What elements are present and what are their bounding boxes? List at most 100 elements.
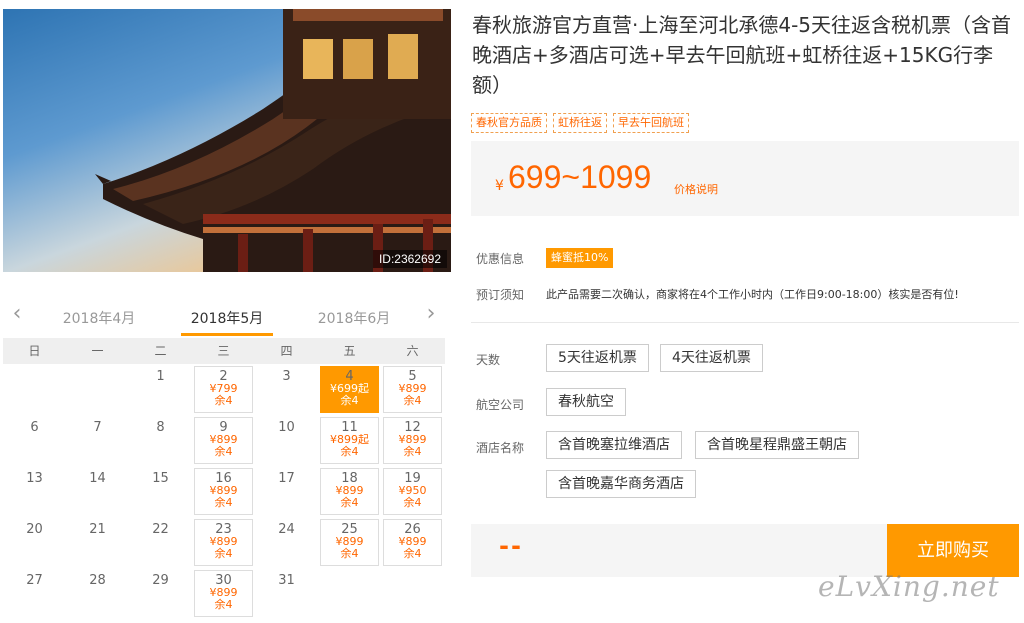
option-airline[interactable]: 春秋航空 [546,388,626,416]
day-number: 20 [26,522,43,537]
weekday-label: 六 [406,344,419,358]
day-remaining: 余4 [214,394,233,407]
promo-badge: 蜂蜜抵10% [546,248,614,268]
day-number: 15 [152,471,169,486]
day-number: 10 [278,420,295,435]
calendar-day[interactable]: 2 ¥799 余4 [192,364,255,415]
day-number: 14 [89,471,106,486]
hotel-label: 酒店名称 [476,441,525,455]
calendar-day: 29 [129,568,192,619]
day-number: 13 [26,471,43,486]
calendar-day[interactable]: 18 ¥899 余4 [318,466,381,517]
calendar-day[interactable]: 9 ¥899 余4 [192,415,255,466]
price-range: 699~1099 [508,159,652,195]
booking-note: 此产品需要二次确认，商家将在4个工作小时内（工作日9:00-18:00）核实是否… [546,288,959,301]
days-label: 天数 [476,353,501,367]
day-remaining: 余4 [340,547,359,560]
price-panel: ¥ 699~1099 价格说明 [471,141,1019,216]
option-hotel-3[interactable]: 含首晚嘉华商务酒店 [546,470,696,498]
calendar-day: 20 [3,517,66,568]
day-number: 29 [152,573,169,588]
prev-month-chevron-icon[interactable]: ‹ [7,303,27,325]
calendar-day: 13 [3,466,66,517]
day-remaining: 余4 [214,598,233,611]
site-watermark: eLvXing.net [818,570,1000,603]
calendar-day[interactable]: 5 ¥899 余4 [381,364,444,415]
price-note-link[interactable]: 价格说明 [674,181,718,197]
calendar-day: 24 [255,517,318,568]
weekday-label: 五 [343,344,356,358]
calendar-day[interactable]: 11 ¥899起 余4 [318,415,381,466]
tab-current-month[interactable]: 2018年5月 [177,308,277,328]
day-remaining: 余4 [340,394,359,407]
day-remaining: 余4 [403,547,422,560]
day-number: 7 [93,420,102,435]
day-number: 1 [156,369,165,384]
calendar-day[interactable]: 23 ¥899 余4 [192,517,255,568]
calendar-day: 6 [3,415,66,466]
calendar-day: 28 [66,568,129,619]
calendar-day: 14 [66,466,129,517]
day-number: 21 [89,522,106,537]
calendar-day[interactable]: 4 ¥699起 余4 [318,364,381,415]
image-id-label: ID:2362692 [372,250,447,268]
calendar-day: 22 [129,517,192,568]
price-currency: ¥ [495,178,504,194]
calendar-day: 17 [255,466,318,517]
option-5-day-ticket[interactable]: 5天往返机票 [546,344,649,372]
next-month-chevron-icon[interactable]: › [421,303,441,325]
weekday-label: 日 [28,344,41,358]
current-month-indicator [181,333,273,336]
day-number: 24 [278,522,295,537]
tag-badge: 早去午回航班 [613,113,689,133]
temple-silhouette [95,9,451,272]
day-number: 22 [152,522,169,537]
booking-label: 预订须知 [476,288,525,302]
day-remaining: 余4 [403,394,422,407]
product-image: ID:2362692 [3,9,451,272]
day-number: 8 [156,420,165,435]
day-remaining: 余4 [214,496,233,509]
day-number: 17 [278,471,295,486]
option-4-day-ticket[interactable]: 4天往返机票 [660,344,763,372]
calendar-day[interactable]: 16 ¥899 余4 [192,466,255,517]
weekday-label: 二 [154,344,167,358]
day-remaining: 余4 [214,445,233,458]
weekday-label: 四 [280,344,293,358]
calendar-day: 27 [3,568,66,619]
airline-label: 航空公司 [476,398,525,412]
calendar-day[interactable]: 25 ¥899 余4 [318,517,381,568]
day-remaining: 余4 [340,496,359,509]
calendar-empty-cell [66,364,129,415]
day-number: 6 [30,420,39,435]
calendar-day: 21 [66,517,129,568]
total-price: -- [499,532,523,560]
tab-next-month[interactable]: 2018年6月 [304,308,404,328]
day-remaining: 余4 [340,445,359,458]
day-number: 27 [26,573,43,588]
calendar-day[interactable]: 19 ¥950 余4 [381,466,444,517]
day-number: 31 [278,573,295,588]
calendar-day: 1 [129,364,192,415]
promo-label: 优惠信息 [476,252,525,266]
day-remaining: 余4 [403,496,422,509]
calendar-day: 31 [255,568,318,619]
tag-badge: 虹桥往返 [553,113,607,133]
calendar-day[interactable]: 26 ¥899 余4 [381,517,444,568]
divider [471,322,1019,323]
calendar-day: 7 [66,415,129,466]
option-hotel-1[interactable]: 含首晚塞拉维酒店 [546,431,682,459]
date-calendar: ‹ 2018年4月 2018年5月 2018年6月 › 日 一 二 三 四 五 … [3,296,445,619]
calendar-nav: ‹ 2018年4月 2018年5月 2018年6月 › [3,296,445,338]
calendar-day[interactable]: 12 ¥899 余4 [381,415,444,466]
calendar-day[interactable]: 30 ¥899 余4 [192,568,255,619]
calendar-day-grid: 1 2 ¥799 余4 3 4 ¥699起 余4 5 ¥899 余4 6 7 8 9 ¥899 余4 10 11 ¥8… [3,364,445,619]
option-hotel-2[interactable]: 含首晚星程鼎盛王朝店 [695,431,859,459]
product-tags: 春秋官方品质 虹桥往返 早去午回航班 [471,113,689,133]
calendar-empty-cell [3,364,66,415]
day-remaining: 余4 [403,445,422,458]
weekday-label: 一 [91,344,104,358]
day-number: 3 [282,369,291,384]
tab-prev-month[interactable]: 2018年4月 [49,308,149,328]
weekday-label: 三 [217,344,230,358]
